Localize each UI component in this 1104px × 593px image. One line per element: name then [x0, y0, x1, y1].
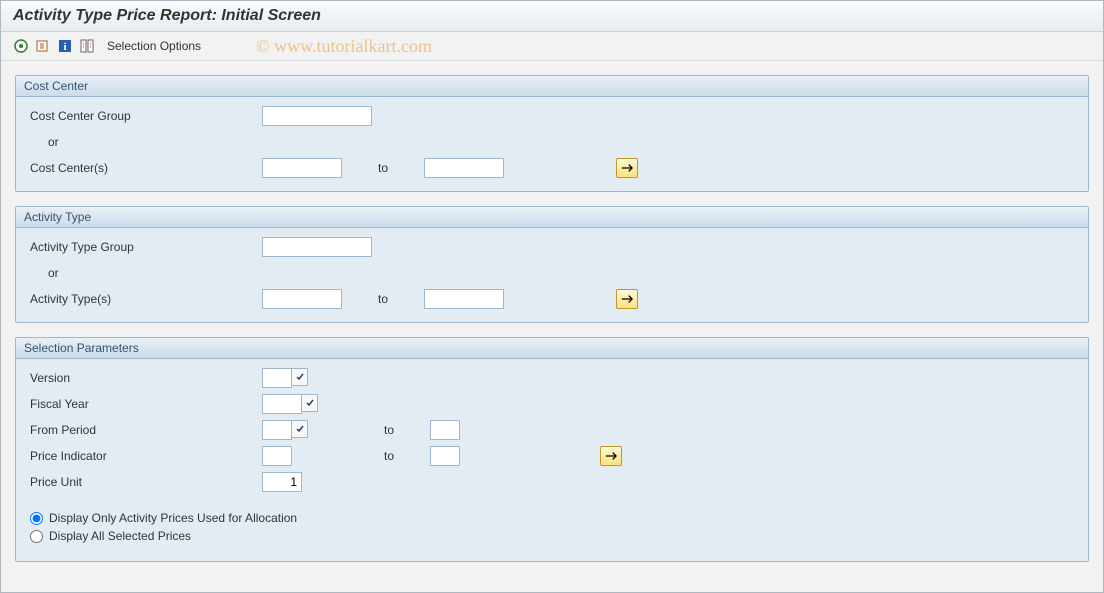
label-activity-type-group: Activity Type Group — [26, 240, 256, 254]
label-or: or — [26, 135, 256, 149]
selection-options-label[interactable]: Selection Options — [107, 39, 201, 53]
label-fiscal-year: Fiscal Year — [26, 397, 256, 411]
input-price-unit[interactable] — [262, 472, 302, 492]
label-cost-center-group: Cost Center Group — [26, 109, 256, 123]
input-activity-type-group[interactable] — [262, 237, 372, 257]
data-source-icon[interactable] — [79, 38, 95, 54]
required-icon — [292, 368, 308, 386]
page-title: Activity Type Price Report: Initial Scre… — [1, 1, 1103, 32]
input-from-period[interactable] — [262, 420, 292, 440]
radio-all-label: Display All Selected Prices — [49, 529, 191, 543]
multiple-selection-price-indicator-button[interactable] — [600, 446, 622, 466]
input-to-period[interactable] — [430, 420, 460, 440]
group-activity-type: Activity Type Activity Type Group or Act… — [15, 206, 1089, 323]
group-title-selection-parameters: Selection Parameters — [16, 338, 1088, 359]
multiple-selection-activity-type-button[interactable] — [616, 289, 638, 309]
input-version[interactable] — [262, 368, 292, 388]
svg-text:i: i — [63, 41, 66, 53]
label-to: to — [348, 292, 418, 306]
radio-allocation-label: Display Only Activity Prices Used for Al… — [49, 511, 297, 525]
radio-allocation-prices[interactable] — [30, 512, 43, 525]
required-icon — [302, 394, 318, 412]
input-activity-type-from[interactable] — [262, 289, 342, 309]
group-title-cost-center: Cost Center — [16, 76, 1088, 97]
group-cost-center: Cost Center Cost Center Group or Cost Ce… — [15, 75, 1089, 192]
label-activity-types: Activity Type(s) — [26, 292, 256, 306]
info-icon[interactable]: i — [57, 38, 73, 54]
watermark: © www.tutorialkart.com — [256, 36, 432, 57]
required-icon — [292, 420, 308, 438]
group-selection-parameters: Selection Parameters Version Fiscal Year — [15, 337, 1089, 562]
input-price-indicator-to[interactable] — [430, 446, 460, 466]
toolbar: i Selection Options © www.tutorialkart.c… — [1, 32, 1103, 61]
label-to: to — [354, 449, 424, 463]
multiple-selection-cost-center-button[interactable] — [616, 158, 638, 178]
input-fiscal-year[interactable] — [262, 394, 302, 414]
label-version: Version — [26, 371, 256, 385]
input-cost-center-from[interactable] — [262, 158, 342, 178]
label-or: or — [26, 266, 256, 280]
label-from-period: From Period — [26, 423, 256, 437]
execute-icon[interactable] — [13, 38, 29, 54]
input-cost-center-group[interactable] — [262, 106, 372, 126]
input-price-indicator-from[interactable] — [262, 446, 292, 466]
label-cost-centers: Cost Center(s) — [26, 161, 256, 175]
group-title-activity-type: Activity Type — [16, 207, 1088, 228]
label-price-unit: Price Unit — [26, 475, 256, 489]
radio-all-prices[interactable] — [30, 530, 43, 543]
get-variant-icon[interactable] — [35, 38, 51, 54]
input-cost-center-to[interactable] — [424, 158, 504, 178]
label-to: to — [354, 423, 424, 437]
input-activity-type-to[interactable] — [424, 289, 504, 309]
label-price-indicator: Price Indicator — [26, 449, 256, 463]
label-to: to — [348, 161, 418, 175]
